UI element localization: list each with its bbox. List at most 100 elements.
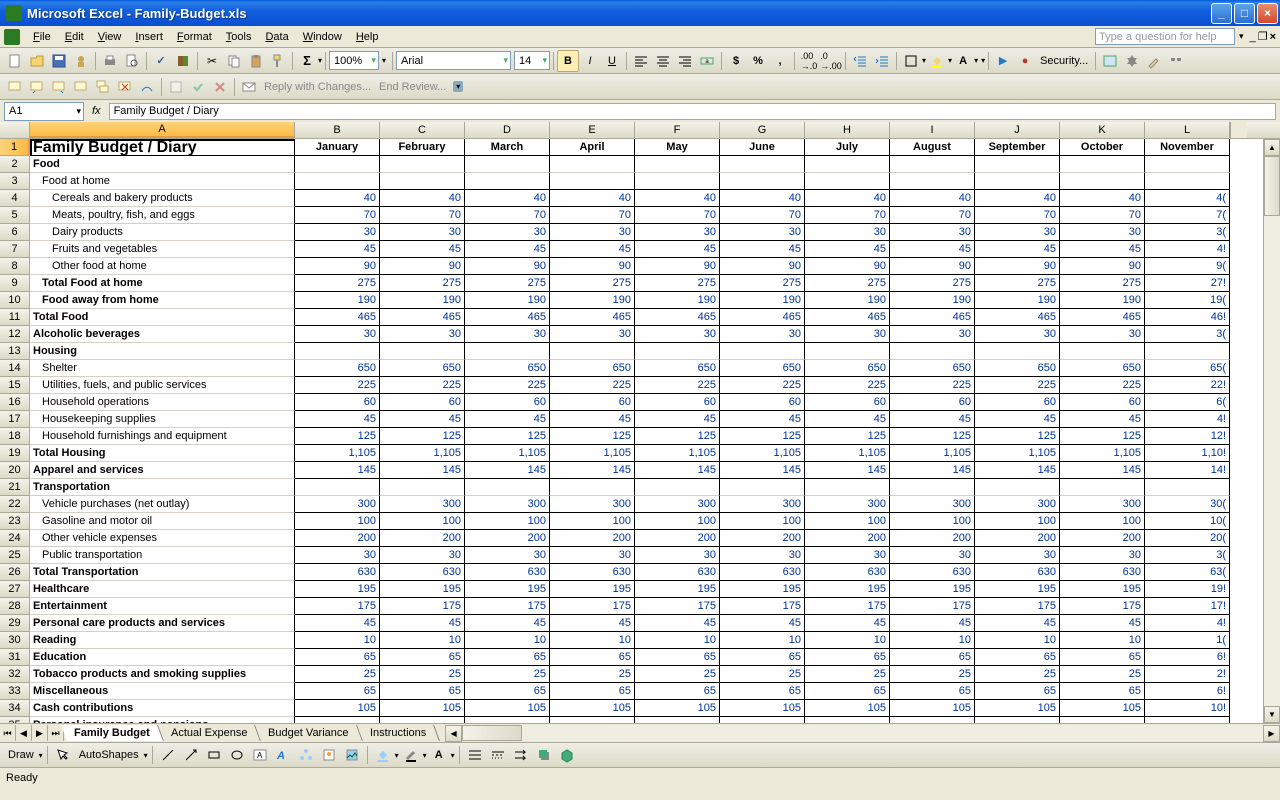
cell-D3[interactable]: [465, 173, 550, 190]
cell-L16[interactable]: 6(: [1145, 394, 1230, 411]
cell-E35[interactable]: [550, 717, 635, 723]
menu-file[interactable]: File: [26, 29, 58, 45]
cell-a10[interactable]: Food away from home: [30, 292, 295, 309]
col-header-I[interactable]: I: [890, 122, 975, 138]
cell-I7[interactable]: 45: [890, 241, 975, 258]
cell-I10[interactable]: 190: [890, 292, 975, 309]
cell-F35[interactable]: [635, 717, 720, 723]
menu-edit[interactable]: Edit: [58, 29, 91, 45]
cell-L29[interactable]: 4!: [1145, 615, 1230, 632]
menu-data[interactable]: Data: [258, 29, 295, 45]
copy-button[interactable]: [223, 50, 245, 72]
cell-E29[interactable]: 45: [550, 615, 635, 632]
cell-G27[interactable]: 195: [720, 581, 805, 598]
cell-I9[interactable]: 275: [890, 275, 975, 292]
cell-J8[interactable]: 90: [975, 258, 1060, 275]
cell-J13[interactable]: [975, 343, 1060, 360]
row-header-10[interactable]: 10: [0, 292, 30, 309]
cell-H6[interactable]: 30: [805, 224, 890, 241]
cell-C27[interactable]: 195: [380, 581, 465, 598]
cell-I20[interactable]: 145: [890, 462, 975, 479]
cell-K25[interactable]: 30: [1060, 547, 1145, 564]
cell-G11[interactable]: 465: [720, 309, 805, 326]
cell-H33[interactable]: 65: [805, 683, 890, 700]
arrow-button[interactable]: [180, 744, 202, 766]
cell-L31[interactable]: 6!: [1145, 649, 1230, 666]
cell-I28[interactable]: 175: [890, 598, 975, 615]
cell-I31[interactable]: 65: [890, 649, 975, 666]
cell-H3[interactable]: [805, 173, 890, 190]
cell-a2[interactable]: Food: [30, 156, 295, 173]
cell-I22[interactable]: 300: [890, 496, 975, 513]
cell-D24[interactable]: 200: [465, 530, 550, 547]
cell-L18[interactable]: 12!: [1145, 428, 1230, 445]
first-sheet-button[interactable]: ⏮: [0, 725, 16, 741]
cell-K7[interactable]: 45: [1060, 241, 1145, 258]
cell-F8[interactable]: 90: [635, 258, 720, 275]
delete-comment-button[interactable]: [114, 76, 136, 98]
cell-a30[interactable]: Reading: [30, 632, 295, 649]
cell-G21[interactable]: [720, 479, 805, 496]
align-right-button[interactable]: [674, 50, 696, 72]
align-center-button[interactable]: [652, 50, 674, 72]
cell-I29[interactable]: 45: [890, 615, 975, 632]
cell-K19[interactable]: 1,105: [1060, 445, 1145, 462]
cell-G31[interactable]: 65: [720, 649, 805, 666]
track-changes-button[interactable]: [165, 76, 187, 98]
cell-L14[interactable]: 65(: [1145, 360, 1230, 377]
cell-B20[interactable]: 145: [295, 462, 380, 479]
cell-D2[interactable]: [465, 156, 550, 173]
cell-D30[interactable]: 10: [465, 632, 550, 649]
format-painter-button[interactable]: [267, 50, 289, 72]
cell-B25[interactable]: 30: [295, 547, 380, 564]
cell-G2[interactable]: [720, 156, 805, 173]
reject-change-button[interactable]: [209, 76, 231, 98]
show-all-comments-button[interactable]: [92, 76, 114, 98]
cell-E16[interactable]: 60: [550, 394, 635, 411]
cell-J28[interactable]: 175: [975, 598, 1060, 615]
percent-button[interactable]: %: [747, 50, 769, 72]
cell-J20[interactable]: 145: [975, 462, 1060, 479]
align-left-button[interactable]: [630, 50, 652, 72]
row-header-21[interactable]: 21: [0, 479, 30, 496]
cell-J17[interactable]: 45: [975, 411, 1060, 428]
open-button[interactable]: [26, 50, 48, 72]
cell-H21[interactable]: [805, 479, 890, 496]
cell-I33[interactable]: 65: [890, 683, 975, 700]
cell-D4[interactable]: 40: [465, 190, 550, 207]
cell-a12[interactable]: Alcoholic beverages: [30, 326, 295, 343]
controls-button[interactable]: [1165, 50, 1187, 72]
cell-L26[interactable]: 63(: [1145, 564, 1230, 581]
cell-D16[interactable]: 60: [465, 394, 550, 411]
hscroll-thumb[interactable]: [462, 725, 522, 741]
cell-C22[interactable]: 300: [380, 496, 465, 513]
cell-K34[interactable]: 105: [1060, 700, 1145, 717]
row-header-2[interactable]: 2: [0, 156, 30, 173]
cell-E27[interactable]: 195: [550, 581, 635, 598]
cell-B17[interactable]: 45: [295, 411, 380, 428]
macro-record-button[interactable]: ●: [1014, 50, 1036, 72]
cell-E33[interactable]: 65: [550, 683, 635, 700]
cell-D18[interactable]: 125: [465, 428, 550, 445]
minimize-button[interactable]: _: [1211, 3, 1232, 24]
cell-G18[interactable]: 125: [720, 428, 805, 445]
vscroll-thumb[interactable]: [1264, 156, 1280, 216]
cell-H18[interactable]: 125: [805, 428, 890, 445]
cell-a6[interactable]: Dairy products: [30, 224, 295, 241]
underline-button[interactable]: U: [601, 50, 623, 72]
cell-J30[interactable]: 10: [975, 632, 1060, 649]
cell-F5[interactable]: 70: [635, 207, 720, 224]
cell-a24[interactable]: Other vehicle expenses: [30, 530, 295, 547]
cell-B29[interactable]: 45: [295, 615, 380, 632]
cell-D29[interactable]: 45: [465, 615, 550, 632]
row-header-29[interactable]: 29: [0, 615, 30, 632]
cell-G9[interactable]: 275: [720, 275, 805, 292]
cell-a34[interactable]: Cash contributions: [30, 700, 295, 717]
cell-L35[interactable]: [1145, 717, 1230, 723]
cell-J6[interactable]: 30: [975, 224, 1060, 241]
cell-C28[interactable]: 175: [380, 598, 465, 615]
cell-G1[interactable]: June: [720, 139, 805, 156]
cell-a11[interactable]: Total Food: [30, 309, 295, 326]
picture-button[interactable]: [341, 744, 363, 766]
line-color-button[interactable]: [400, 744, 422, 766]
